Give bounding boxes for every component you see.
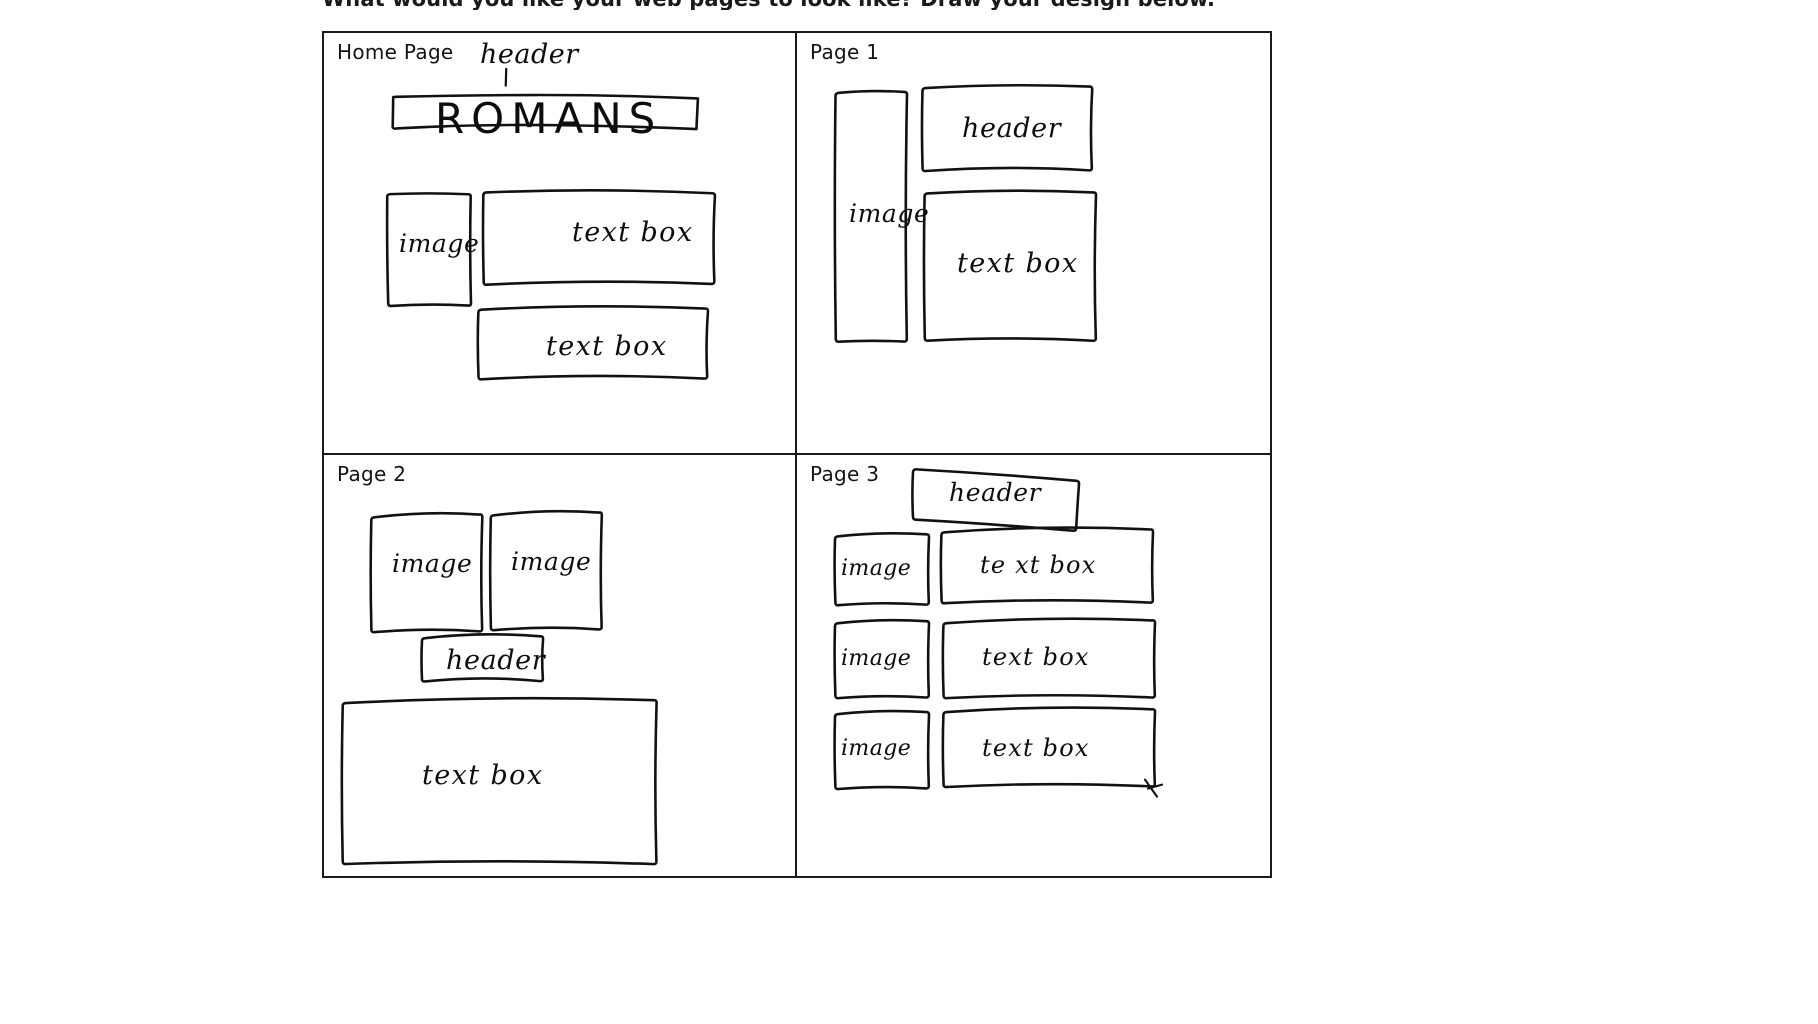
home-page-text-box-2-label: text box — [546, 331, 668, 362]
page-3-overshoot-tick — [1143, 778, 1159, 798]
quadrant-page-1: Page 1 image header text box — [797, 33, 1270, 455]
quadrant-label-page-2: Page 2 — [337, 461, 407, 486]
page-3-text-box-3-label: text box — [982, 733, 1090, 762]
home-page-text-box-1-label: text box — [572, 217, 694, 248]
page-3-image-2-label: image — [841, 645, 912, 671]
page-1-text-box-label: text box — [957, 248, 1079, 279]
page-2-sketch — [340, 509, 658, 865]
page-3-image-3-label: image — [841, 735, 912, 761]
quadrant-page-3: Page 3 header image te xt box image text… — [797, 455, 1270, 877]
quadrant-home-page: Home Page header ROMANS image text box t… — [324, 33, 797, 455]
page-1-sketch — [833, 83, 1098, 343]
quadrant-page-2: Page 2 image image header text box — [324, 454, 797, 876]
home-page-banner-label: ROMANS — [435, 94, 663, 143]
quadrant-label-home-page: Home Page — [337, 40, 454, 64]
page-2-header-label: header — [446, 644, 546, 676]
home-page-header-annotation: header — [480, 39, 579, 70]
page-3-text-box-1-label: te xt box — [980, 550, 1097, 579]
page-1-image-label: image — [849, 199, 930, 228]
page-3-header-label: header — [949, 477, 1042, 507]
page-3-image-1-label: image — [841, 555, 912, 581]
page-3-overshoot-tick-2 — [1146, 783, 1164, 790]
page-1-header-label: header — [962, 113, 1062, 144]
quadrant-label-page-1: Page 1 — [810, 40, 880, 64]
page-2-image-left-label: image — [392, 548, 473, 578]
page-2-image-right-label: image — [511, 546, 592, 576]
page-2-text-box-label: text box — [422, 759, 544, 791]
home-page-image-label: image — [399, 229, 480, 258]
page-3-text-box-2-label: text box — [982, 642, 1090, 671]
prompt-question: What would you like your web pages to lo… — [322, 0, 1282, 10]
sketch-grid: Home Page header ROMANS image text box t… — [322, 31, 1272, 878]
quadrant-label-page-3: Page 3 — [810, 461, 880, 486]
